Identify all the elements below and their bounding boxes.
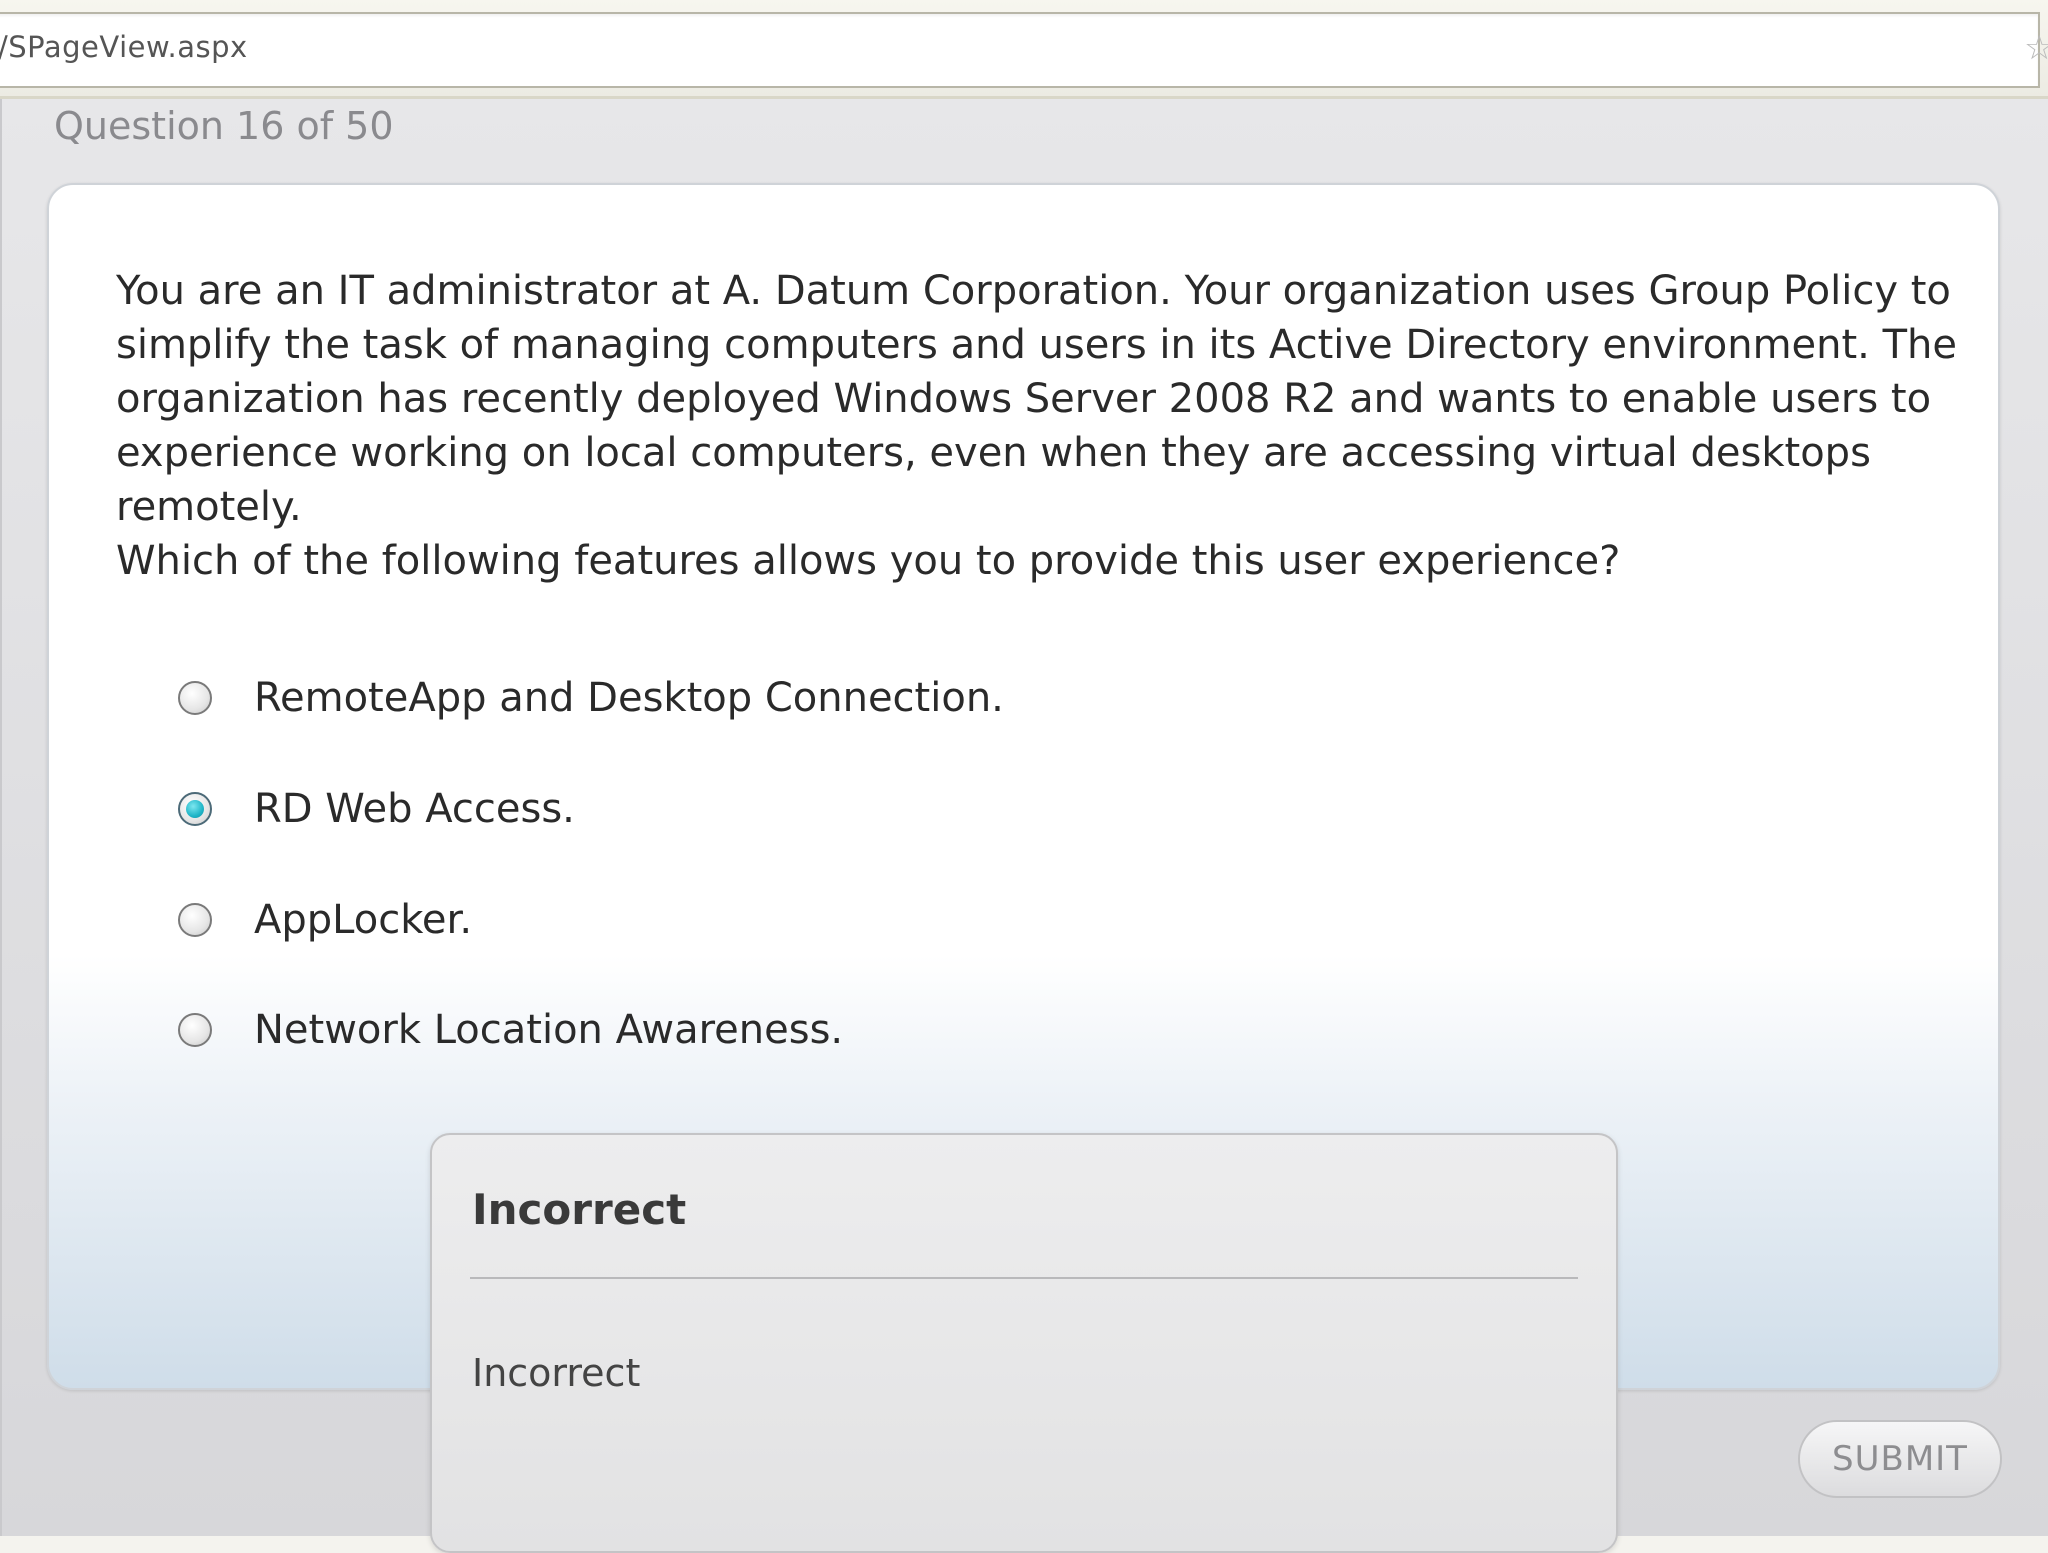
browser-address-bar: /SPageView.aspx ☆: [0, 0, 2048, 99]
answer-option-4[interactable]: Network Location Awareness.: [178, 1000, 843, 1060]
question-counter: Question 16 of 50: [54, 104, 394, 148]
answer-label[interactable]: AppLocker.: [254, 897, 472, 943]
answer-option-3[interactable]: AppLocker.: [178, 890, 472, 950]
question-prompt: Which of the following features allows y…: [116, 538, 1621, 584]
radio-button[interactable]: [178, 1013, 212, 1047]
feedback-divider: [470, 1277, 1578, 1279]
question-scenario: You are an IT administrator at A. Datum …: [116, 268, 1957, 530]
answer-option-1[interactable]: RemoteApp and Desktop Connection.: [178, 668, 1004, 728]
address-field[interactable]: /SPageView.aspx ☆: [0, 12, 2048, 88]
feedback-popup: Incorrect Incorrect: [430, 1133, 1618, 1553]
radio-button-selected[interactable]: [178, 792, 212, 826]
answer-label[interactable]: RemoteApp and Desktop Connection.: [254, 675, 1004, 721]
answer-label[interactable]: Network Location Awareness.: [254, 1007, 843, 1053]
answer-option-2[interactable]: RD Web Access.: [178, 779, 575, 839]
submit-button[interactable]: SUBMIT: [1798, 1420, 2002, 1498]
question-text: You are an IT administrator at A. Datum …: [116, 264, 1986, 588]
radio-button[interactable]: [178, 681, 212, 715]
address-url: /SPageView.aspx: [0, 30, 248, 64]
feedback-body: Incorrect: [472, 1351, 641, 1395]
favorites-star-icon[interactable]: ☆: [2024, 28, 2048, 68]
answer-label[interactable]: RD Web Access.: [254, 786, 575, 832]
radio-button[interactable]: [178, 903, 212, 937]
feedback-title: Incorrect: [472, 1185, 687, 1234]
